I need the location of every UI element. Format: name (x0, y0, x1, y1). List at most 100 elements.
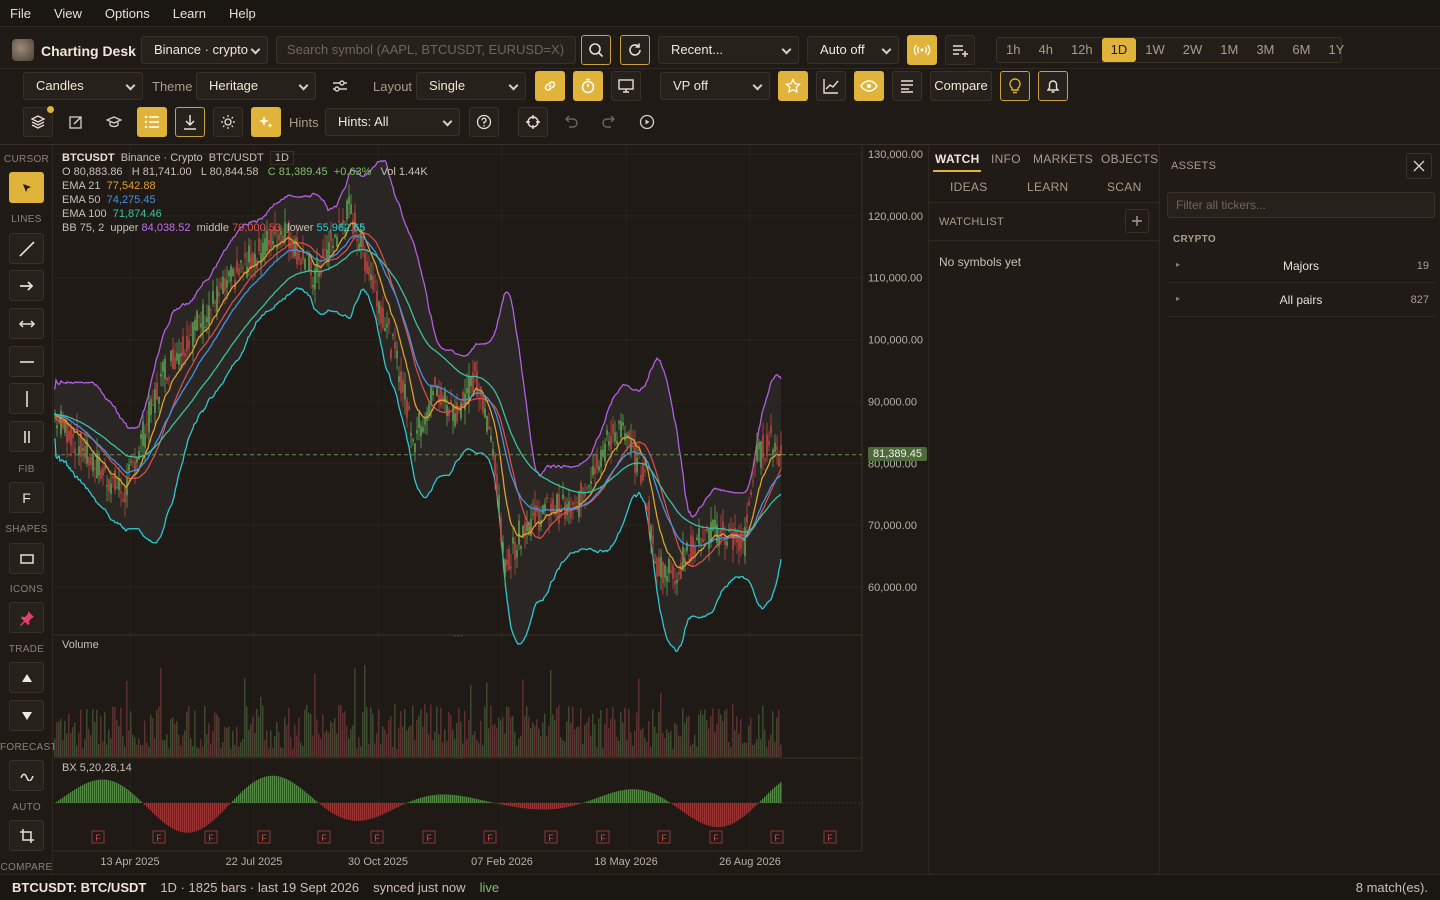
hints-toggle-button[interactable] (251, 107, 281, 137)
bars-menu-button[interactable] (892, 71, 922, 101)
timer-button[interactable] (573, 71, 603, 101)
volume-bar (444, 729, 446, 757)
asset-row-majors[interactable]: ▸ Majors 19 (1167, 249, 1435, 283)
oscillator-bar (516, 803, 518, 808)
replay-button[interactable] (632, 107, 662, 137)
menu-view[interactable]: View (54, 6, 82, 21)
list-button[interactable] (137, 107, 167, 137)
brightness-button[interactable] (213, 107, 243, 137)
cursor-arrow-icon (22, 183, 31, 192)
chart-canvas[interactable]: 130,000.00 120,000.00 110,000.00 100,000.00… (54, 146, 928, 874)
chart-area[interactable]: 130,000.00 120,000.00 110,000.00 100,000.00… (54, 146, 928, 874)
rectangle-icon (19, 553, 34, 564)
tab-info[interactable]: INFO (991, 152, 1021, 166)
tf-3m[interactable]: 3M (1247, 38, 1283, 62)
parallel-channel-tool-button[interactable] (9, 421, 44, 452)
alerts-button[interactable] (1038, 71, 1068, 101)
refresh-button[interactable] (620, 35, 650, 65)
layout-select[interactable]: Single (416, 72, 526, 100)
extended-line-tool-button[interactable] (9, 308, 44, 339)
link-button[interactable] (535, 71, 565, 101)
volume-bar (538, 728, 540, 757)
redo-button[interactable] (594, 107, 624, 137)
download-button[interactable] (175, 107, 205, 137)
layers-badge-icon (47, 106, 54, 113)
tf-1w[interactable]: 1W (1136, 38, 1174, 62)
compare-button[interactable]: Compare (930, 71, 992, 101)
theme-select[interactable]: Heritage (196, 72, 316, 100)
rectangle-tool-button[interactable] (9, 543, 44, 574)
playlist-button[interactable] (945, 35, 975, 65)
tf-12h[interactable]: 12h (1062, 38, 1102, 62)
oscillator-bar (540, 803, 542, 810)
tf-1d[interactable]: 1D (1101, 38, 1137, 62)
fib-tool-button[interactable]: F (9, 482, 44, 513)
cursor-tool-button[interactable] (9, 172, 44, 203)
tf-6m[interactable]: 6M (1283, 38, 1319, 62)
candle-body (432, 391, 434, 396)
tab-markets[interactable]: MARKETS (1033, 152, 1093, 166)
undo-button[interactable] (556, 107, 586, 137)
auto-crop-tool-button[interactable] (9, 820, 44, 851)
volume-bar (340, 704, 342, 757)
pin-tool-button[interactable] (9, 602, 44, 633)
menu-help[interactable]: Help (229, 6, 256, 21)
oscillator-bar (170, 803, 172, 828)
asset-row-all-pairs[interactable]: ▸ All pairs 827 (1167, 283, 1435, 317)
vertical-line-tool-button[interactable] (9, 383, 44, 414)
ticker-filter-input[interactable]: Filter all tickers... (1167, 192, 1435, 218)
horizontal-line-tool-button[interactable] (9, 346, 44, 377)
tf-1y[interactable]: 1Y (1319, 38, 1353, 62)
ideas-button[interactable] (1000, 71, 1030, 101)
candle-body (182, 336, 184, 356)
tab-watch[interactable]: WATCH (935, 152, 980, 166)
volume-profile-select[interactable]: VP off (660, 72, 770, 100)
candle-body (370, 274, 372, 280)
oscillator-bar (746, 803, 748, 814)
volume-bar (614, 719, 616, 757)
short-position-tool-button[interactable] (9, 700, 44, 731)
tf-1m[interactable]: 1M (1211, 38, 1247, 62)
long-position-tool-button[interactable] (9, 662, 44, 693)
learn-button[interactable] (99, 107, 129, 137)
search-button[interactable] (581, 35, 611, 65)
help-button[interactable] (469, 107, 499, 137)
menu-learn[interactable]: Learn (173, 6, 206, 21)
close-assets-button[interactable] (1406, 153, 1432, 179)
candle-body (594, 468, 596, 475)
exchange-select[interactable]: Binance · crypto (141, 36, 268, 64)
volume-bar (124, 746, 126, 757)
trendline-tool-button[interactable] (9, 233, 44, 264)
tf-4h[interactable]: 4h (1029, 38, 1061, 62)
recent-select[interactable]: Recent... (658, 36, 799, 64)
volume-bar (740, 719, 742, 757)
oscillator-bar (162, 803, 164, 822)
tab-ideas[interactable]: IDEAS (950, 180, 988, 194)
edit-button[interactable] (61, 107, 91, 137)
tab-objects[interactable]: OBJECTS (1101, 152, 1158, 166)
tab-scan[interactable]: SCAN (1107, 180, 1142, 194)
display-button[interactable] (611, 71, 641, 101)
crosshair-button[interactable] (518, 107, 548, 137)
tf-2w[interactable]: 2W (1174, 38, 1212, 62)
theme-settings-button[interactable] (325, 71, 355, 101)
candle-body (394, 342, 396, 349)
price-tick-label: 120,000.00 (868, 211, 923, 223)
forecast-tool-button[interactable] (9, 760, 44, 791)
tf-1h[interactable]: 1h (997, 38, 1029, 62)
live-stream-button[interactable] (907, 35, 937, 65)
ray-tool-button[interactable] (9, 270, 44, 301)
symbol-search-input[interactable]: Search symbol (AAPL, BTCUSDT, EURUSD=X) (276, 36, 576, 64)
favorite-button[interactable] (778, 71, 808, 101)
visibility-button[interactable] (854, 71, 884, 101)
hints-select[interactable]: Hints: All (325, 108, 460, 136)
auto-select[interactable]: Auto off (807, 36, 899, 64)
layers-button[interactable] (23, 106, 54, 137)
menu-options[interactable]: Options (105, 6, 150, 21)
chart-type-select[interactable]: Candles (23, 72, 143, 100)
indicators-button[interactable] (816, 71, 846, 101)
menu-file[interactable]: File (10, 6, 31, 21)
add-symbol-button[interactable] (1125, 209, 1149, 233)
tab-learn[interactable]: LEARN (1027, 180, 1069, 194)
oscillator-bar (458, 795, 460, 803)
